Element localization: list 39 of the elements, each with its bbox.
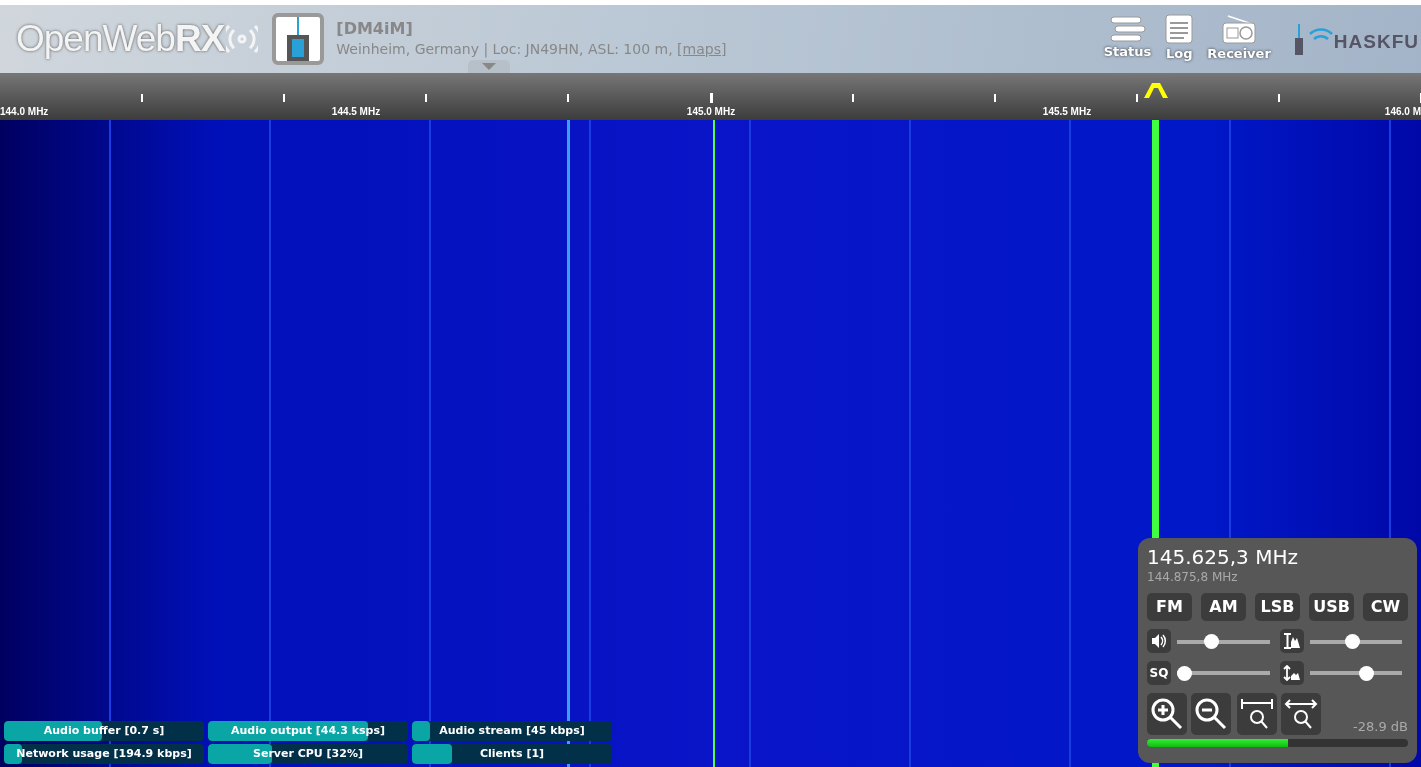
status-bar-label: Audio output [44.3 ksps] [230, 722, 386, 739]
station-avatar-icon [272, 13, 325, 65]
frequency-label: 144.5 MHz [331, 105, 381, 119]
partner-logo-text: HASKFU [1333, 29, 1419, 54]
zoom-full-icon[interactable] [1240, 697, 1274, 731]
frequency-label: 146.0 M [1384, 105, 1421, 119]
offset-frequency: 144.875,8 MHz [1147, 569, 1239, 585]
caret-icon [482, 63, 496, 70]
waterfall-min-icon[interactable] [1279, 661, 1304, 685]
mode-button[interactable]: LSB [1255, 593, 1300, 621]
zoom-in-icon[interactable] [1150, 697, 1184, 731]
status-bar-label: Audio stream [45 kbps] [439, 722, 585, 739]
mode-button[interactable]: AM [1201, 593, 1246, 621]
document-icon [1165, 14, 1194, 45]
waterfall-max-icon[interactable] [1279, 629, 1304, 653]
zoom-out-icon[interactable] [1194, 697, 1228, 731]
zoom-fit-icon[interactable] [1284, 697, 1318, 731]
mode-button[interactable]: USB [1309, 593, 1354, 621]
tuned-frequency[interactable]: 145.625,3 MHz [1147, 545, 1408, 569]
station-location: Weinheim, Germany | Loc: JN49HN, ASL: 100 m, [336, 41, 674, 57]
mode-button[interactable]: FM [1147, 593, 1192, 621]
frequency-label: 144.0 MHz [0, 105, 49, 119]
wifi-radio-icon [1293, 22, 1334, 56]
station-callsign: [DM4iM] [336, 19, 414, 39]
status-bar-label: Audio buffer [0.7 s] [43, 722, 165, 739]
radio-waves-icon [226, 24, 259, 54]
mode-button[interactable]: CW [1363, 593, 1408, 621]
squelch-button[interactable]: SQ [1147, 661, 1171, 685]
waterfall-display[interactable] [0, 120, 1421, 767]
status-bar-label: Clients [1] [479, 745, 545, 762]
speaker-icon[interactable] [1147, 629, 1171, 653]
frequency-label: 145.0 MHz [686, 105, 736, 119]
signal-level-reading: -28.9 dB [1353, 719, 1408, 734]
logo-text: OpenWebRX [16, 17, 225, 62]
status-bar-label: Network usage [194.9 kbps] [16, 745, 192, 762]
bars-icon [1109, 16, 1146, 43]
radio-icon [1222, 14, 1257, 45]
status-bar-label: Server CPU [32%] [253, 745, 363, 762]
frequency-label: 145.5 MHz [1042, 105, 1092, 119]
